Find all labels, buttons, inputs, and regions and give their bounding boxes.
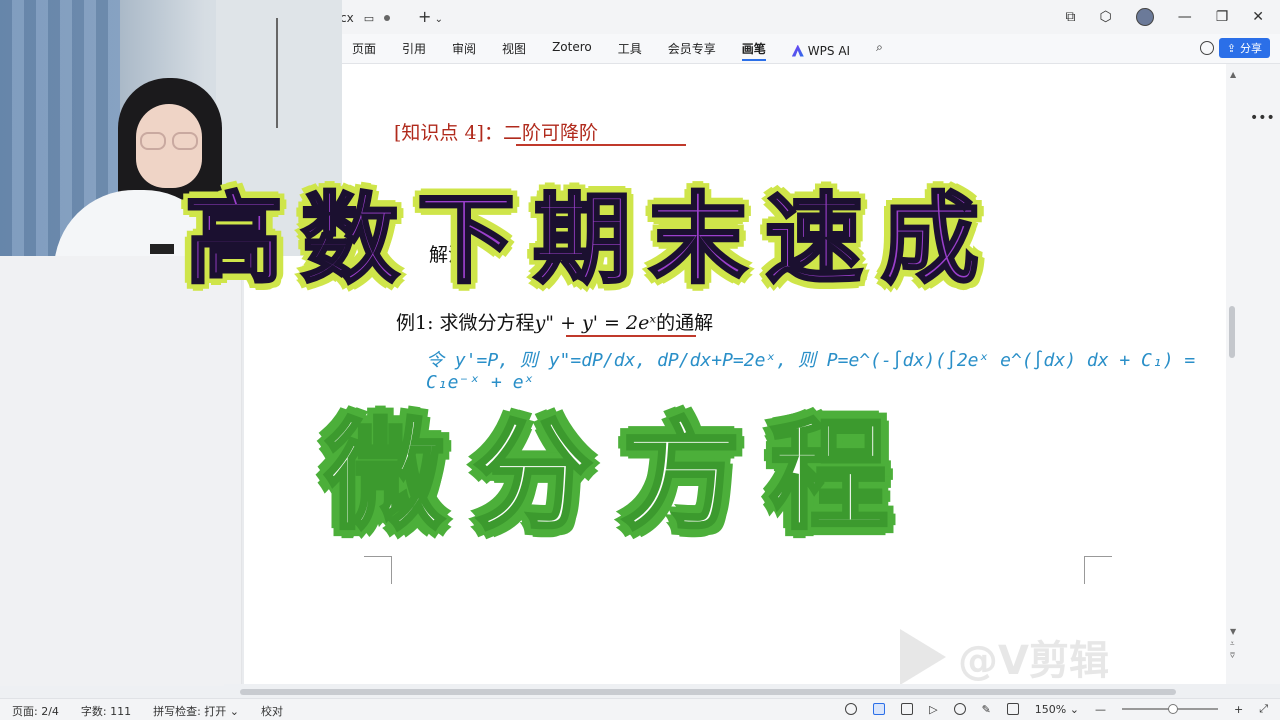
new-tab-button[interactable]: + ⌄ [418, 7, 443, 26]
example-text: 求微分方程 [439, 312, 535, 334]
video-watermark: @V剪辑 [900, 628, 1109, 686]
page-view-icon[interactable] [873, 703, 886, 715]
scroll-up-icon[interactable]: ▲ [1230, 70, 1236, 79]
status-bar: 页面: 2/4 字数: 111 拼写检查: 打开 ⌄ 校对 ▷ ✎ 150% ⌄… [0, 698, 1280, 720]
menu-items: 页面 引用 审阅 视图 Zotero 工具 会员专享 画笔 WPS AI ⌕ [352, 40, 883, 61]
more-options-icon[interactable]: ••• [1250, 110, 1275, 126]
heading-prefix: [知识点 4]： [394, 122, 503, 144]
plus-icon: + [418, 7, 432, 26]
red-underline [516, 144, 686, 146]
user-avatar[interactable] [1135, 8, 1154, 26]
horizontal-scrollbar[interactable] [240, 689, 1176, 695]
share-icon: ⇪ [1226, 41, 1236, 55]
restore-icon[interactable]: ❐ [1216, 9, 1229, 25]
menu-item-review[interactable]: 审阅 [452, 40, 476, 61]
share-label: 分享 [1240, 42, 1262, 55]
menu-item-view[interactable]: 视图 [502, 40, 526, 61]
menu-item-wps-ai[interactable]: WPS AI [791, 40, 851, 61]
play-logo-icon [900, 629, 946, 685]
page-count[interactable]: 页面: 2/4 [12, 703, 59, 719]
eye-icon[interactable] [845, 703, 858, 715]
heading-topic: 二阶可降阶 [502, 122, 598, 144]
cloud-upload-icon[interactable] [1200, 41, 1214, 55]
menu-item-page[interactable]: 页面 [352, 40, 376, 61]
screen-icon[interactable]: ▭ [364, 12, 374, 25]
document-page[interactable]: [知识点 4]：二阶可降阶 解法 例1: 求微分方程y" + y' = 2eˣ的… [244, 64, 1226, 684]
share-button[interactable]: ⇪ 分享 [1218, 38, 1270, 58]
zoom-slider-knob[interactable] [1167, 704, 1178, 714]
watermark-text: @V剪辑 [958, 638, 1109, 684]
menu-item-zotero[interactable]: Zotero [552, 40, 592, 61]
word-count[interactable]: 字数: 111 [81, 703, 131, 719]
menu-item-tools[interactable]: 工具 [618, 40, 642, 61]
page-corner-marker-left [364, 556, 392, 584]
outline-view-icon[interactable] [901, 703, 914, 715]
overlay-title-bottom: 微分方程 [324, 405, 919, 547]
minimize-icon[interactable]: — [1178, 9, 1192, 25]
example-line: 例1: 求微分方程y" + y' = 2eˣ的通解 [396, 308, 713, 335]
example-suffix: 的通解 [656, 312, 714, 334]
scroll-down-icons[interactable]: ▼ ⩡ ⩢ [1230, 626, 1236, 662]
spellcheck-label: 拼写检查: 打开 [153, 705, 227, 718]
wps-ai-logo-icon [791, 44, 804, 57]
spellcheck-toggle[interactable]: 拼写检查: 打开 ⌄ [153, 703, 239, 719]
example-equation: y" + y' = 2eˣ [534, 312, 657, 334]
wps-ai-label: WPS AI [807, 43, 851, 58]
right-sidebar [1226, 64, 1280, 684]
fit-page-icon[interactable] [1006, 703, 1019, 715]
close-icon[interactable]: ✕ [1252, 9, 1264, 25]
pen-icon[interactable]: ✎ [982, 703, 991, 716]
menu-item-reference[interactable]: 引用 [402, 40, 426, 61]
vertical-scrollbar[interactable] [1229, 306, 1235, 358]
zoom-out-icon[interactable]: — [1095, 703, 1106, 716]
cube-icon[interactable]: ⬡ [1099, 9, 1111, 25]
webcam-lamp [276, 18, 316, 128]
tab-label: cx [340, 11, 354, 25]
window-layout-icon[interactable]: ⧉ [1065, 9, 1075, 25]
navigation-pane [0, 256, 242, 686]
webcam-glasses-left [140, 132, 166, 150]
document-tab[interactable]: cx ▭ [340, 8, 391, 28]
fullscreen-icon[interactable]: ⤢ [1259, 702, 1268, 716]
zoom-level[interactable]: 150% ⌄ [1035, 703, 1079, 716]
knowledge-heading: [知识点 4]：二阶可降阶 [394, 118, 598, 145]
status-right: ▷ ✎ 150% ⌄ — + ⤢ [845, 702, 1268, 716]
menu-item-member[interactable]: 会员专享 [668, 40, 716, 61]
red-underline-equation [566, 335, 696, 337]
webcam-mic [150, 244, 174, 254]
search-icon[interactable]: ⌕ [876, 40, 883, 61]
zoom-in-icon[interactable]: + [1234, 703, 1243, 716]
chevron-down-icon[interactable]: ⌄ [431, 14, 443, 25]
page-corner-marker-right [1084, 556, 1112, 584]
zoom-slider[interactable] [1121, 704, 1218, 714]
overlay-title-top: 高数下期末速成 [183, 182, 998, 299]
play-icon[interactable]: ▷ [929, 703, 937, 716]
unsaved-dot-icon [384, 15, 391, 21]
web-view-icon[interactable] [953, 703, 966, 715]
webcam-glasses-right [172, 132, 198, 150]
window-controls: ⧉ ⬡ — ❐ ✕ [1065, 8, 1264, 26]
status-left: 页面: 2/4 字数: 111 拼写检查: 打开 ⌄ 校对 [12, 703, 283, 719]
zoom-value: 150% [1034, 702, 1067, 716]
example-label: 例1: [396, 312, 434, 334]
menu-item-pen[interactable]: 画笔 [741, 40, 766, 61]
proofread-button[interactable]: 校对 [261, 703, 283, 719]
